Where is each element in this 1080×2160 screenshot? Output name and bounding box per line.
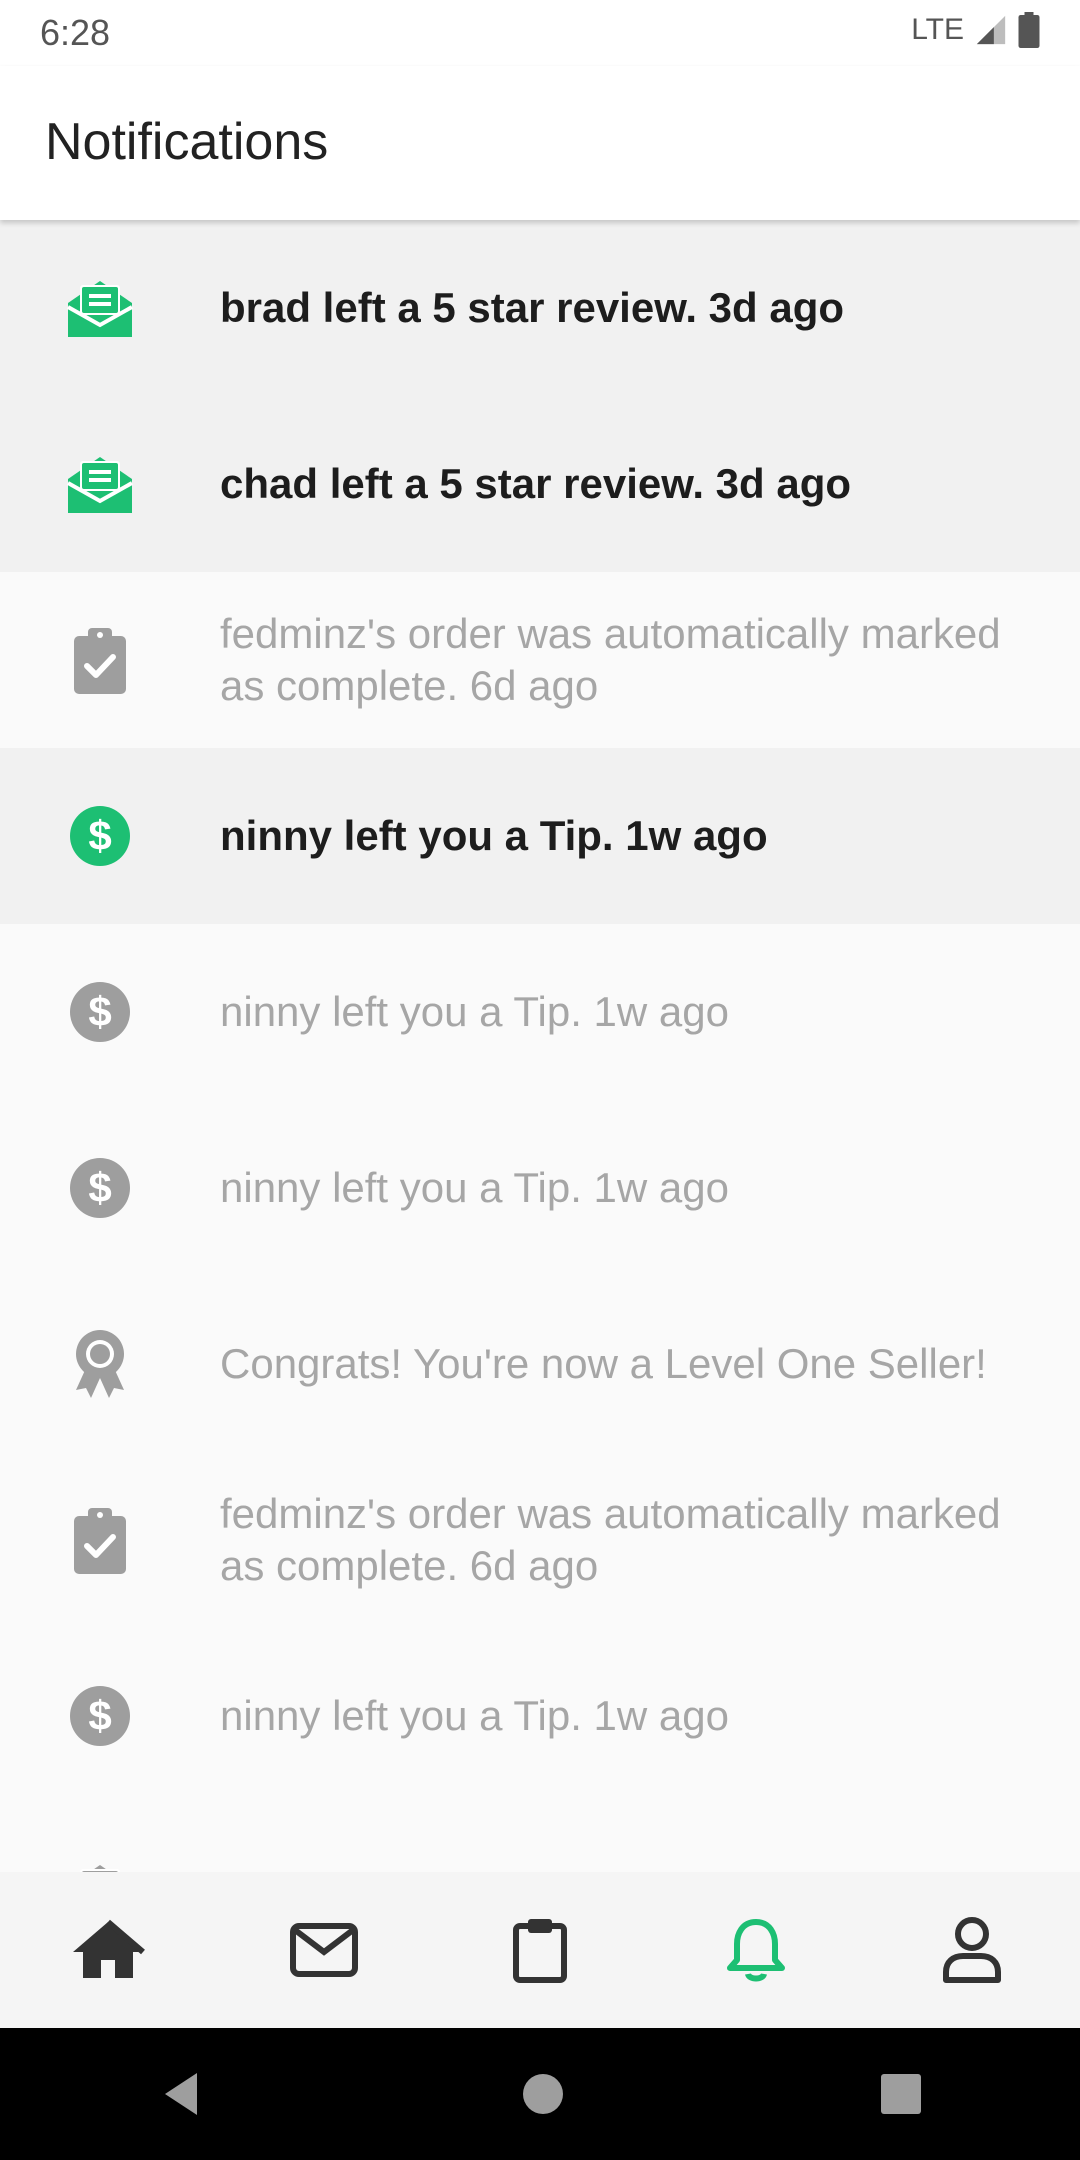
notification-text: fedminz's order was automatically marked… <box>220 1490 1001 1589</box>
clipboard-check-icon <box>62 622 138 698</box>
notification-text: ninny left you a Tip. 1w ago <box>220 988 729 1035</box>
notification-item[interactable]: fedminz's order was automatically marked… <box>0 572 1080 748</box>
notification-text: ninny left you a Tip. 1w ago <box>220 1692 729 1739</box>
notification-item[interactable]: $ ninny left you a Tip. 1w ago <box>0 1100 1080 1276</box>
page-title: Notifications <box>45 113 329 171</box>
notification-text: ninny left you a Tip. 1w ago <box>220 1164 729 1211</box>
bottom-navigation <box>0 1872 1080 2028</box>
clipboard-icon <box>513 1919 567 1983</box>
svg-text:$: $ <box>88 1164 111 1211</box>
mail-icon <box>290 1923 358 1977</box>
award-icon <box>62 1326 138 1402</box>
status-bar: 6:28 LTE <box>0 0 1080 66</box>
home-icon <box>73 1919 145 1978</box>
battery-icon <box>1018 12 1040 48</box>
nav-home[interactable] <box>48 1890 168 2010</box>
review-icon <box>62 1854 138 1872</box>
review-icon <box>62 270 138 346</box>
back-icon[interactable] <box>157 2069 207 2119</box>
system-navigation-bar <box>0 2028 1080 2160</box>
svg-text:$: $ <box>88 988 111 1035</box>
notification-text: brad left a 5 star review. 3d ago <box>220 284 845 331</box>
dollar-icon: $ <box>62 798 138 874</box>
notification-item[interactable]: brad left a 5 star review. 3d ago <box>0 1804 1080 1872</box>
clipboard-check-icon <box>62 1502 138 1578</box>
notification-item[interactable]: $ ninny left you a Tip. 1w ago <box>0 924 1080 1100</box>
bell-icon <box>727 1919 785 1982</box>
dollar-icon: $ <box>62 1678 138 1754</box>
nav-orders[interactable] <box>480 1890 600 2010</box>
notification-item[interactable]: fedminz's order was automatically marked… <box>0 1452 1080 1628</box>
notification-list[interactable]: brad left a 5 star review. 3d ago chad l… <box>0 220 1080 1872</box>
nav-profile[interactable] <box>912 1890 1032 2010</box>
notification-text: chad left a 5 star review. 3d ago <box>220 460 852 507</box>
app-header: Notifications <box>0 66 1080 220</box>
notification-item[interactable]: chad left a 5 star review. 3d ago <box>0 396 1080 572</box>
home-button-icon[interactable] <box>521 2072 565 2116</box>
dollar-icon: $ <box>62 1150 138 1226</box>
review-icon <box>62 446 138 522</box>
nav-inbox[interactable] <box>264 1890 384 2010</box>
signal-icon <box>976 15 1006 45</box>
notification-text: Congrats! You're now a Level One Seller! <box>220 1340 987 1387</box>
status-time: 6:28 <box>40 12 111 53</box>
notification-text: ninny left you a Tip. 1w ago <box>220 812 768 859</box>
notification-item[interactable]: $ ninny left you a Tip. 1w ago <box>0 748 1080 924</box>
svg-text:$: $ <box>88 1692 111 1739</box>
recents-icon[interactable] <box>879 2072 923 2116</box>
dollar-icon: $ <box>62 974 138 1050</box>
notification-item[interactable]: brad left a 5 star review. 3d ago <box>0 220 1080 396</box>
svg-text:$: $ <box>88 812 111 859</box>
profile-icon <box>943 1917 1001 1983</box>
notification-item[interactable]: Congrats! You're now a Level One Seller! <box>0 1276 1080 1452</box>
notification-item[interactable]: $ ninny left you a Tip. 1w ago <box>0 1628 1080 1804</box>
network-label: LTE <box>911 13 964 46</box>
status-indicators: LTE <box>911 12 1040 48</box>
nav-notifications[interactable] <box>696 1890 816 2010</box>
notification-text: fedminz's order was automatically marked… <box>220 610 1001 709</box>
